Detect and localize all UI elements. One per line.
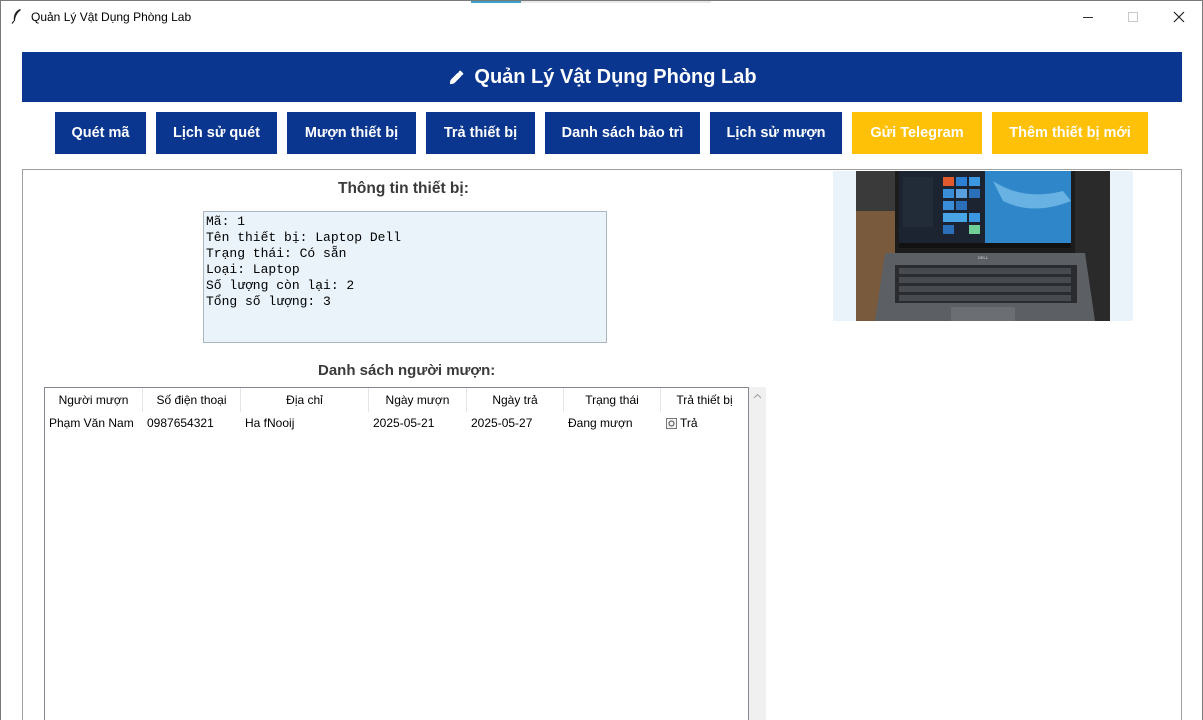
feather-icon (11, 9, 21, 24)
minimize-button[interactable] (1065, 1, 1111, 32)
device-info-line: Số lượng còn lại: 2 (206, 278, 355, 293)
device-info-text[interactable]: Mã: 1 Tên thiết bị: Laptop Dell Trạng th… (203, 211, 607, 343)
return-device-button[interactable]: Trả thiết bị (426, 112, 535, 154)
title-bar[interactable]: Quản Lý Vật Dụng Phòng Lab (1, 1, 1202, 32)
cell-address: Ha fNooij (245, 416, 295, 430)
header-banner: Quản Lý Vật Dụng Phòng Lab (22, 52, 1182, 102)
close-button[interactable] (1156, 1, 1202, 32)
chevron-up-icon (753, 393, 762, 398)
device-info-line: Mã: 1 (206, 214, 246, 229)
column-header[interactable]: Trạng thái (564, 388, 661, 412)
scan-history-button[interactable]: Lịch sử quét (156, 112, 277, 154)
minimize-icon (1083, 16, 1093, 18)
scroll-up-button[interactable] (749, 387, 766, 404)
borrow-device-button[interactable]: Mượn thiết bị (287, 112, 416, 154)
column-header[interactable]: Ngày trả (467, 388, 564, 412)
borrow-history-button[interactable]: Lịch sử mượn (710, 112, 842, 154)
column-header[interactable]: Trả thiết bị (661, 388, 748, 412)
borrowers-heading: Danh sách người mượn: (318, 362, 496, 379)
return-action[interactable]: Trả (666, 413, 746, 433)
table-row[interactable]: Phạm Văn Nam 0987654321 Ha fNooij 2025-0… (45, 413, 748, 433)
maintenance-list-button[interactable]: Danh sách bảo trì (545, 112, 700, 154)
device-info-line: Tổng số lượng: 3 (206, 294, 331, 309)
laptop-photo: DELL (856, 171, 1110, 321)
return-icon (666, 417, 677, 429)
cell-status: Đang mượn (568, 416, 633, 430)
column-header[interactable]: Địa chỉ (241, 388, 369, 412)
maximize-icon (1128, 11, 1138, 22)
cell-phone: 0987654321 (147, 416, 214, 430)
cell-borrow-date: 2025-05-21 (373, 416, 435, 430)
maximize-button[interactable] (1110, 1, 1156, 32)
column-header[interactable]: Ngày mượn (369, 388, 467, 412)
app-window: Quản Lý Vật Dụng Phòng Lab Quản Lý Vật D… (0, 0, 1203, 720)
device-photo: DELL (833, 171, 1133, 321)
taskbar-accent-light (521, 1, 711, 3)
cell-borrower: Phạm Văn Nam (49, 416, 134, 430)
device-info-line: Trạng thái: Có sẵn (206, 246, 347, 261)
add-device-button[interactable]: Thêm thiết bị mới (992, 112, 1148, 154)
column-header[interactable]: Số điện thoại (143, 388, 241, 412)
cell-return-date: 2025-05-27 (471, 416, 533, 430)
close-icon (1173, 11, 1185, 22)
scan-button[interactable]: Quét mã (55, 112, 146, 154)
window-title: Quản Lý Vật Dụng Phòng Lab (31, 10, 192, 24)
borrowers-table[interactable]: Người mượn Số điện thoại Địa chỉ Ngày mư… (44, 387, 749, 720)
column-header[interactable]: Người mượn (45, 388, 143, 412)
table-header: Người mượn Số điện thoại Địa chỉ Ngày mư… (45, 388, 748, 412)
device-info-line: Loại: Laptop (206, 262, 300, 277)
header-title: Quản Lý Vật Dụng Phòng Lab (474, 65, 757, 88)
return-action-label: Trả (680, 416, 698, 430)
send-telegram-button[interactable]: Gửi Telegram (852, 112, 982, 154)
device-info-line: Tên thiết bị: Laptop Dell (206, 230, 402, 245)
device-info-heading: Thông tin thiết bị: (338, 180, 469, 197)
svg-text:DELL: DELL (978, 255, 989, 260)
table-scrollbar[interactable] (749, 387, 766, 720)
taskbar-accent (471, 1, 521, 3)
pen-icon (450, 70, 464, 85)
